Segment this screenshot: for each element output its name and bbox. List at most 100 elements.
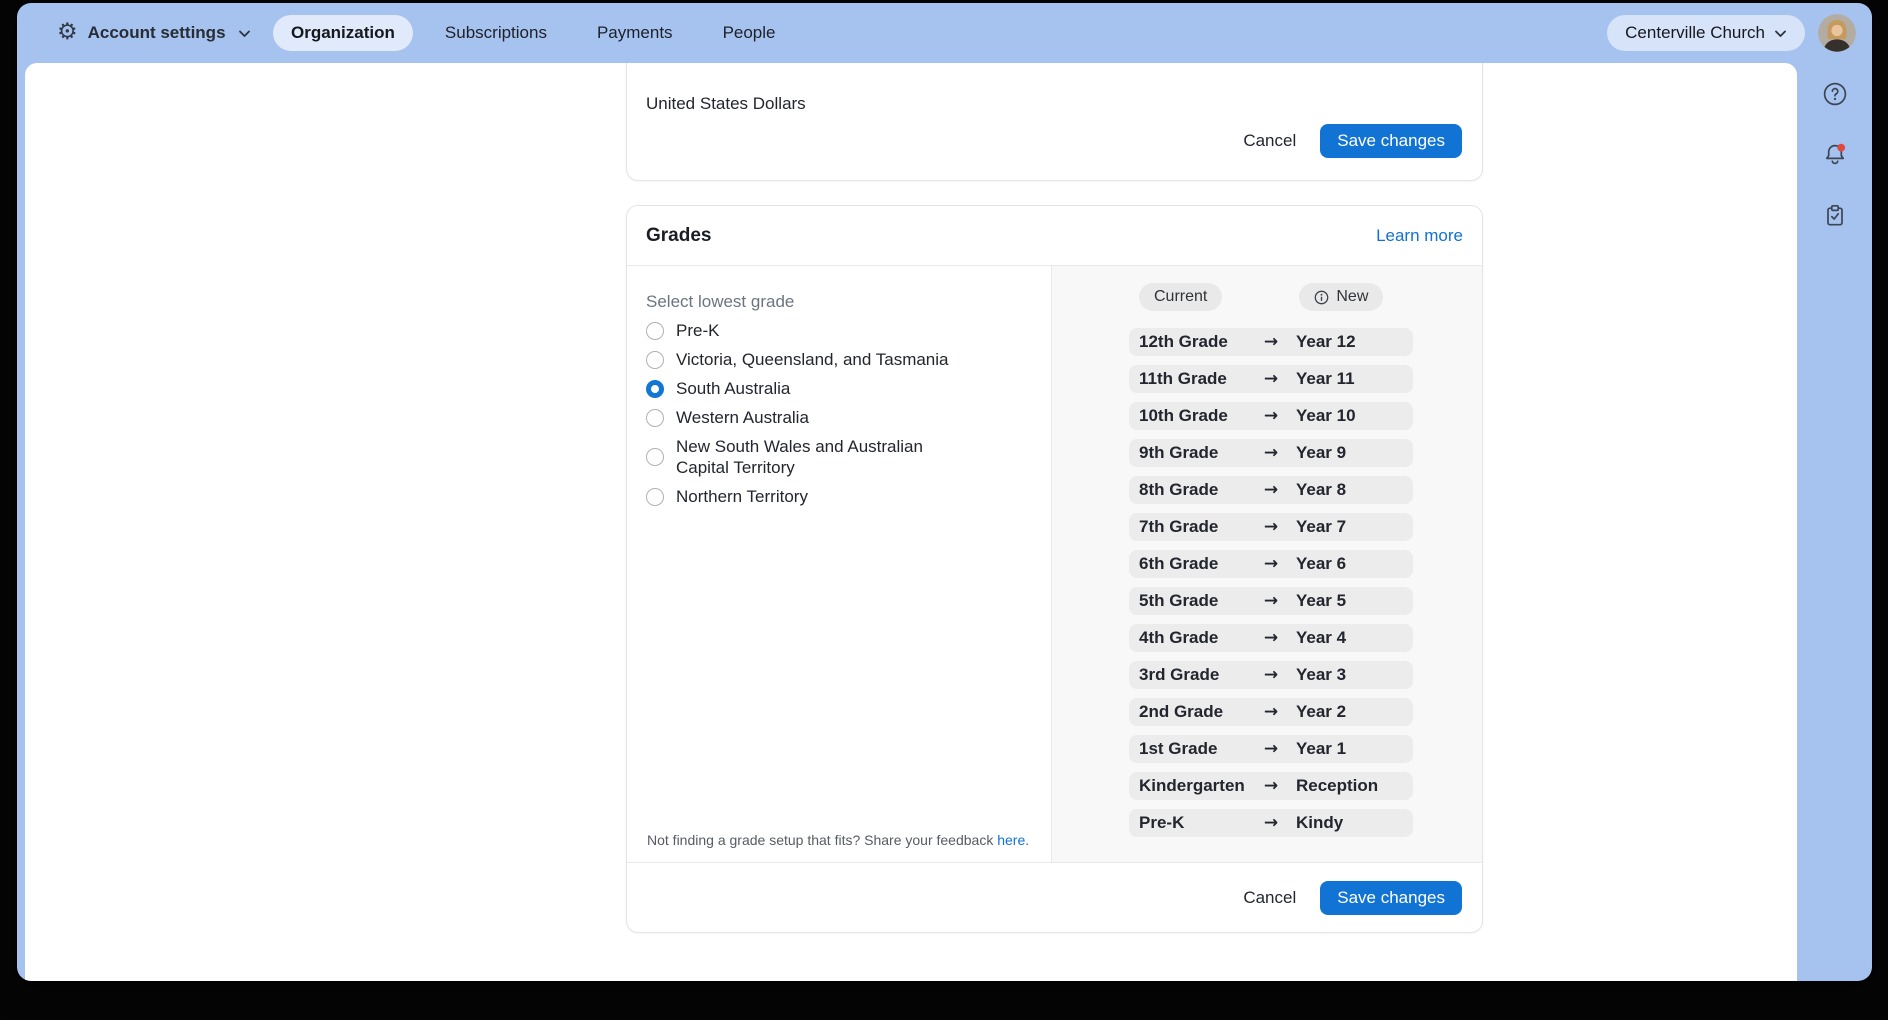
arrow-right-icon: →: [1251, 517, 1291, 537]
clipboard-check-icon: [1821, 202, 1849, 230]
radio-option-label[interactable]: Pre-K: [676, 320, 719, 341]
mapping-row: 7th Grade→Year 7: [1129, 513, 1413, 541]
organization-selector[interactable]: Centerville Church: [1607, 15, 1805, 51]
radio-button[interactable]: [646, 351, 664, 369]
save-changes-button[interactable]: Save changes: [1320, 124, 1462, 158]
arrow-right-icon: →: [1251, 628, 1291, 648]
current-grade: Pre-K: [1139, 813, 1251, 833]
gear-icon: ⚙: [57, 21, 78, 44]
settings-cards-column: United States Dollars Cancel Save change…: [626, 63, 1483, 933]
tab-organization[interactable]: Organization: [273, 15, 413, 51]
current-grade: 11th Grade: [1139, 369, 1251, 389]
radio-option-south-australia[interactable]: South Australia: [646, 378, 1031, 399]
tasks-button[interactable]: [1821, 202, 1849, 230]
new-grade: Reception: [1296, 776, 1378, 796]
chevron-down-icon: [1774, 29, 1787, 38]
mapping-row: Pre-K→Kindy: [1129, 809, 1413, 837]
tab-people[interactable]: People: [705, 15, 794, 51]
radio-button[interactable]: [646, 448, 664, 466]
current-grade: 5th Grade: [1139, 591, 1251, 611]
learn-more-link[interactable]: Learn more: [1376, 226, 1463, 246]
mapping-row: 5th Grade→Year 5: [1129, 587, 1413, 615]
mapping-row: 1st Grade→Year 1: [1129, 735, 1413, 763]
mapping-column-headers: Current New: [1139, 283, 1482, 311]
current-grade: 3rd Grade: [1139, 665, 1251, 685]
grade-setup-selector: Select lowest grade Pre-K Victoria, Quee…: [627, 266, 1052, 862]
tab-subscriptions[interactable]: Subscriptions: [427, 15, 565, 51]
radio-button[interactable]: [646, 488, 664, 506]
new-grade: Year 7: [1296, 517, 1346, 537]
help-button[interactable]: [1821, 80, 1849, 108]
new-grade: Year 11: [1296, 369, 1355, 389]
mapping-row: 8th Grade→Year 8: [1129, 476, 1413, 504]
mapping-row: 10th Grade→Year 10: [1129, 402, 1413, 430]
mapping-row: 11th Grade→Year 11: [1129, 365, 1413, 393]
mapping-row: 2nd Grade→Year 2: [1129, 698, 1413, 726]
radio-button-selected[interactable]: [646, 380, 664, 398]
current-grade: 7th Grade: [1139, 517, 1251, 537]
save-changes-button[interactable]: Save changes: [1320, 881, 1462, 915]
arrow-right-icon: →: [1251, 406, 1291, 426]
new-grade: Year 5: [1296, 591, 1346, 611]
cancel-button[interactable]: Cancel: [1243, 131, 1296, 151]
account-settings-menu[interactable]: ⚙ Account settings: [57, 3, 251, 63]
current-column-pill: Current: [1139, 283, 1222, 311]
current-grade: 12th Grade: [1139, 332, 1251, 352]
notifications-button[interactable]: [1821, 141, 1849, 169]
new-grade: Year 1: [1296, 739, 1346, 759]
radio-option-label[interactable]: New South Wales and Australian Capital T…: [676, 436, 968, 478]
right-icon-rail: [1797, 63, 1872, 981]
radio-option-label[interactable]: Victoria, Queensland, and Tasmania: [676, 349, 949, 370]
arrow-right-icon: →: [1251, 332, 1291, 352]
arrow-right-icon: →: [1251, 665, 1291, 685]
radio-option-label[interactable]: Western Australia: [676, 407, 809, 428]
bell-icon: [1821, 141, 1849, 169]
current-grade: Kindergarten: [1139, 776, 1251, 796]
current-grade: 8th Grade: [1139, 480, 1251, 500]
new-grade: Year 4: [1296, 628, 1346, 648]
radio-option-western-australia[interactable]: Western Australia: [646, 407, 1031, 428]
radio-option-nsw-act[interactable]: New South Wales and Australian Capital T…: [646, 436, 1031, 478]
notification-badge: [1837, 144, 1845, 152]
user-avatar[interactable]: [1818, 14, 1856, 52]
current-grade: 1st Grade: [1139, 739, 1251, 759]
radio-button[interactable]: [646, 322, 664, 340]
topbar-right-cluster: Centerville Church: [1607, 3, 1856, 63]
arrow-right-icon: →: [1251, 813, 1291, 833]
tab-payments[interactable]: Payments: [579, 15, 691, 51]
radio-button[interactable]: [646, 409, 664, 427]
new-grade: Year 2: [1296, 702, 1346, 722]
arrow-right-icon: →: [1251, 554, 1291, 574]
current-grade: 10th Grade: [1139, 406, 1251, 426]
info-icon: [1314, 290, 1329, 305]
new-grade: Kindy: [1296, 813, 1343, 833]
arrow-right-icon: →: [1251, 480, 1291, 500]
new-grade: Year 9: [1296, 443, 1346, 463]
current-grade: 9th Grade: [1139, 443, 1251, 463]
app-window: ⚙ Account settings Organization Subscrip…: [17, 3, 1872, 981]
grades-card-header: Grades Learn more: [627, 206, 1482, 266]
new-column-pill: New: [1299, 283, 1383, 311]
select-lowest-grade-label: Select lowest grade: [646, 292, 1031, 312]
new-grade: Year 8: [1296, 480, 1346, 500]
mapping-row: Kindergarten→Reception: [1129, 772, 1413, 800]
currency-card: United States Dollars Cancel Save change…: [626, 63, 1483, 181]
cancel-button[interactable]: Cancel: [1243, 888, 1296, 908]
arrow-right-icon: →: [1251, 702, 1291, 722]
new-label: New: [1336, 288, 1368, 306]
radio-option-label[interactable]: South Australia: [676, 378, 790, 399]
radio-option-victoria-queensland-tasmania[interactable]: Victoria, Queensland, and Tasmania: [646, 349, 1031, 370]
radio-option-pre-k[interactable]: Pre-K: [646, 320, 1031, 341]
current-grade: 6th Grade: [1139, 554, 1251, 574]
radio-option-northern-territory[interactable]: Northern Territory: [646, 486, 1031, 507]
mapping-row: 6th Grade→Year 6: [1129, 550, 1413, 578]
new-grade: Year 3: [1296, 665, 1346, 685]
help-icon: [1821, 80, 1849, 108]
current-grade: 4th Grade: [1139, 628, 1251, 648]
new-grade: Year 6: [1296, 554, 1346, 574]
new-grade: Year 12: [1296, 332, 1356, 352]
grades-card-body: Select lowest grade Pre-K Victoria, Quee…: [627, 266, 1482, 862]
radio-option-label[interactable]: Northern Territory: [676, 486, 808, 507]
mapping-row: 3rd Grade→Year 3: [1129, 661, 1413, 689]
feedback-here-link[interactable]: here: [997, 832, 1025, 848]
